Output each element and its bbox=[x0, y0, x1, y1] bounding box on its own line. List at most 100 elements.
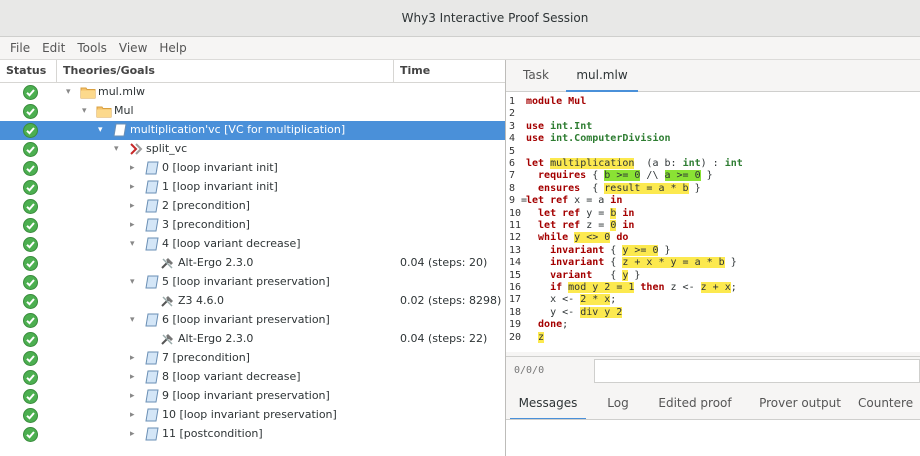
column-goals[interactable]: Theories/Goals bbox=[57, 60, 394, 82]
tab-edited-proof[interactable]: Edited proof bbox=[652, 388, 738, 418]
valid-check-icon bbox=[23, 256, 38, 271]
code-token: in bbox=[616, 207, 635, 219]
tree-row[interactable]: ▸ 0 [loop invariant init] bbox=[0, 159, 505, 178]
tree-row[interactable]: ▸ 9 [loop invariant preservation] bbox=[0, 387, 505, 406]
expander-closed-icon[interactable]: ▸ bbox=[130, 429, 140, 439]
code-line: 18 y <- div y 2 bbox=[506, 306, 623, 319]
tree-row[interactable]: ▸ 7 [precondition] bbox=[0, 349, 505, 368]
title-bar: Why3 Interactive Proof Session bbox=[0, 0, 920, 37]
tree-row[interactable]: ▾ split_vc bbox=[0, 140, 505, 159]
window-title: Why3 Interactive Proof Session bbox=[401, 11, 589, 25]
valid-check-icon bbox=[23, 237, 38, 252]
line-number: 10 bbox=[509, 207, 522, 219]
code-token: in bbox=[610, 195, 623, 207]
expander-closed-icon[interactable]: ▸ bbox=[130, 220, 140, 230]
valid-check-icon bbox=[23, 351, 38, 366]
proof-tree-panel: Status Theories/Goals Time ▾ mul.mlw ▾ Mul ▾… bbox=[0, 60, 506, 456]
tree-row[interactable]: ▾ Mul bbox=[0, 102, 505, 121]
expander-open-icon[interactable]: ▾ bbox=[82, 106, 92, 116]
expander-open-icon[interactable]: ▾ bbox=[66, 87, 76, 97]
tree-row[interactable]: ▾ mul.mlw bbox=[0, 83, 505, 102]
code-token: let ref bbox=[526, 207, 587, 219]
expander-open-icon[interactable]: ▾ bbox=[114, 144, 124, 154]
tab-prover-output[interactable]: Prover output bbox=[752, 388, 848, 418]
expander-closed-icon[interactable]: ▸ bbox=[130, 201, 140, 211]
code-token: Mul bbox=[568, 96, 587, 107]
tree-row[interactable]: ▸ 1 [loop invariant init] bbox=[0, 178, 505, 197]
code-token: { bbox=[592, 170, 605, 182]
code-token: if bbox=[526, 282, 569, 293]
tree-row[interactable]: ▾ 4 [loop variant decrease] bbox=[0, 235, 505, 254]
column-status[interactable]: Status bbox=[0, 60, 57, 82]
code-token: a >= 0 bbox=[664, 170, 701, 182]
transform-icon bbox=[128, 142, 144, 156]
tree-row[interactable]: Alt-Ergo 2.3.0 0.04 (steps: 20) bbox=[0, 254, 505, 273]
tree-row[interactable]: ▸ 8 [loop variant decrease] bbox=[0, 368, 505, 387]
goal-label: 9 [loop invariant preservation] bbox=[162, 389, 330, 402]
tree-row[interactable]: ▸ 2 [precondition] bbox=[0, 197, 505, 216]
tree-row[interactable]: ▸ 3 [precondition] bbox=[0, 216, 505, 235]
code-token: } bbox=[700, 170, 713, 182]
tab-task[interactable]: Task bbox=[512, 60, 560, 90]
goal-label: 2 [precondition] bbox=[162, 199, 250, 212]
tree-row[interactable]: ▾ multiplication'vc [VC for multiplicatio… bbox=[0, 121, 505, 140]
tree-row[interactable]: ▸ 11 [postcondition] bbox=[0, 425, 505, 444]
code-editor[interactable]: 1 module Mul 2 3 use int.Int 4 use int.Compute… bbox=[506, 92, 920, 352]
prover-icon bbox=[160, 294, 176, 308]
goal-icon bbox=[144, 180, 160, 194]
code-token: z + x bbox=[700, 282, 731, 293]
code-token: ) : bbox=[700, 158, 725, 169]
expander-closed-icon[interactable]: ▸ bbox=[130, 372, 140, 382]
goal-icon bbox=[144, 199, 160, 213]
code-token: int.ComputerDivision bbox=[550, 133, 671, 145]
code-token: requires bbox=[526, 170, 593, 182]
tree-row[interactable]: ▾ 6 [loop invariant preservation] bbox=[0, 311, 505, 330]
tree-row[interactable]: Z3 4.6.0 0.02 (steps: 8298) bbox=[0, 292, 505, 311]
expander-closed-icon[interactable]: ▸ bbox=[130, 410, 140, 420]
menu-tools[interactable]: Tools bbox=[71, 41, 113, 55]
right-panel: Task mul.mlw 1 module Mul 2 3 use int.Int 4 us… bbox=[506, 60, 920, 456]
code-token: x <- bbox=[526, 294, 581, 306]
expander-open-icon[interactable]: ▾ bbox=[98, 125, 108, 135]
code-token: y = bbox=[586, 207, 611, 219]
tab-messages[interactable]: Messages bbox=[510, 388, 586, 419]
file-icon bbox=[80, 85, 96, 99]
expander-open-icon[interactable]: ▾ bbox=[130, 239, 140, 249]
expander-closed-icon[interactable]: ▸ bbox=[130, 353, 140, 363]
goal-label: Mul bbox=[114, 104, 134, 117]
code-token: (a b: bbox=[634, 158, 683, 169]
code-line: 1 module Mul bbox=[506, 96, 586, 108]
code-line: 19 done; bbox=[506, 319, 568, 331]
expander-closed-icon[interactable]: ▸ bbox=[130, 391, 140, 401]
code-line: 16 if mod y 2 = 1 then z <- z + x; bbox=[506, 282, 737, 294]
column-time[interactable]: Time bbox=[394, 60, 505, 82]
expander-closed-icon[interactable]: ▸ bbox=[130, 163, 140, 173]
goal-icon bbox=[144, 313, 160, 327]
goal-icon bbox=[112, 123, 128, 137]
code-token: z bbox=[538, 331, 545, 343]
expander-open-icon[interactable]: ▾ bbox=[130, 315, 140, 325]
menu-edit[interactable]: Edit bbox=[36, 41, 71, 55]
line-number: 1 bbox=[509, 96, 516, 107]
code-token: done bbox=[526, 319, 563, 331]
expander-closed-icon[interactable]: ▸ bbox=[130, 182, 140, 192]
tree-row[interactable]: Alt-Ergo 2.3.0 0.04 (steps: 22) bbox=[0, 330, 505, 349]
valid-check-icon bbox=[23, 408, 38, 423]
messages-pane bbox=[506, 420, 920, 456]
tab-mul-mlw[interactable]: mul.mlw bbox=[566, 60, 638, 92]
expander-open-icon[interactable]: ▾ bbox=[130, 277, 140, 287]
tab-counterexample[interactable]: Countere bbox=[858, 388, 920, 418]
tab-log[interactable]: Log bbox=[598, 388, 638, 418]
tree-row[interactable]: ▸ 10 [loop invariant preservation] bbox=[0, 406, 505, 425]
menu-help[interactable]: Help bbox=[153, 41, 192, 55]
code-token: ; bbox=[562, 319, 569, 331]
goal-label: 10 [loop invariant preservation] bbox=[162, 408, 337, 421]
tree-row[interactable]: ▾ 5 [loop invariant preservation] bbox=[0, 273, 505, 292]
valid-check-icon bbox=[23, 218, 38, 233]
valid-check-icon bbox=[23, 389, 38, 404]
menu-file[interactable]: File bbox=[0, 41, 36, 55]
goal-icon bbox=[144, 351, 160, 365]
goal-label: split_vc bbox=[146, 142, 188, 155]
command-input[interactable] bbox=[594, 359, 920, 383]
menu-view[interactable]: View bbox=[113, 41, 153, 55]
